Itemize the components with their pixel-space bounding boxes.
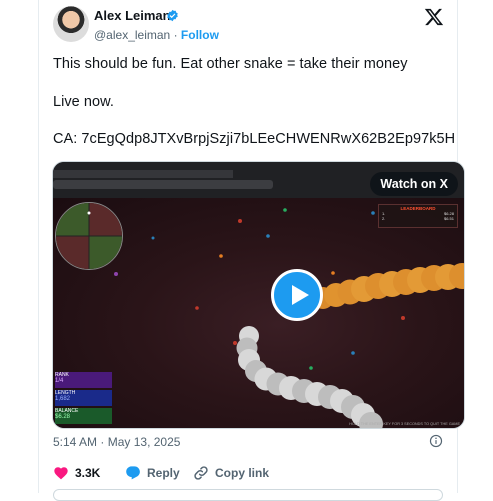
tweet-date: May 13, 2025 bbox=[107, 435, 181, 449]
tweet-timestamp[interactable]: 5:14 AM · May 13, 2025 bbox=[53, 435, 180, 449]
read-replies-bar[interactable] bbox=[53, 489, 443, 501]
author-handle[interactable]: @alex_leiman bbox=[94, 28, 170, 42]
stat-value: $6.28 bbox=[55, 414, 71, 420]
stat-value: 1/4 bbox=[55, 378, 64, 384]
browser-tabs bbox=[53, 170, 233, 178]
stat-length: LENGTH 1,682 bbox=[55, 390, 112, 406]
stat-value: 1,682 bbox=[55, 396, 71, 402]
video-media[interactable]: LEADERBOARD 1. $6.28 2. $6.51 RANK 1/4 L… bbox=[52, 161, 465, 429]
leaderboard-value: $6.51 bbox=[443, 216, 454, 221]
handle-row: @alex_leiman · Follow bbox=[94, 28, 219, 42]
follow-button[interactable]: Follow bbox=[181, 28, 219, 42]
copy-link-label: Copy link bbox=[215, 466, 270, 480]
stat-rank: RANK 1/4 bbox=[55, 372, 112, 388]
tweet-text-contract-address: CA: 7cEgQdp8JTXvBrpjSzji7bLEeCHWENRwX62B… bbox=[53, 131, 456, 147]
watch-on-x-button[interactable]: Watch on X bbox=[370, 172, 458, 196]
info-icon[interactable] bbox=[429, 434, 443, 448]
play-button[interactable] bbox=[271, 269, 323, 321]
tweet-text-line-1: This should be fun. Eat other snake = ta… bbox=[53, 56, 408, 72]
separator: · bbox=[100, 435, 105, 449]
separator: · bbox=[173, 28, 178, 42]
heart-icon bbox=[54, 467, 68, 480]
leaderboard-row: 2. $6.51 bbox=[379, 216, 457, 221]
leaderboard-rank: 2. bbox=[382, 216, 386, 221]
like-count: 3.3K bbox=[75, 466, 101, 480]
leaderboard: LEADERBOARD 1. $6.28 2. $6.51 bbox=[378, 204, 458, 228]
tweet-text-line-2: Live now. bbox=[53, 94, 114, 110]
player-snake bbox=[236, 326, 383, 428]
quit-hint: HOLD THE ENTER KEY FOR 3 SECONDS TO QUIT… bbox=[349, 422, 460, 426]
play-icon bbox=[292, 285, 309, 305]
avatar[interactable] bbox=[53, 6, 89, 42]
tweet-time: 5:14 AM bbox=[53, 435, 98, 449]
minimap bbox=[55, 202, 123, 270]
x-logo-icon[interactable] bbox=[424, 7, 444, 27]
verified-badge-icon bbox=[167, 9, 178, 22]
reply-label: Reply bbox=[147, 466, 180, 480]
orange-snake bbox=[312, 263, 464, 309]
browser-url-bar bbox=[53, 180, 273, 189]
author-name[interactable]: Alex Leiman bbox=[94, 8, 171, 23]
link-icon bbox=[194, 466, 208, 480]
stat-balance: BALANCE $6.28 bbox=[55, 408, 112, 424]
reply-icon bbox=[126, 466, 140, 480]
tweet-card: Alex Leiman @alex_leiman · Follow This s… bbox=[38, 0, 465, 501]
